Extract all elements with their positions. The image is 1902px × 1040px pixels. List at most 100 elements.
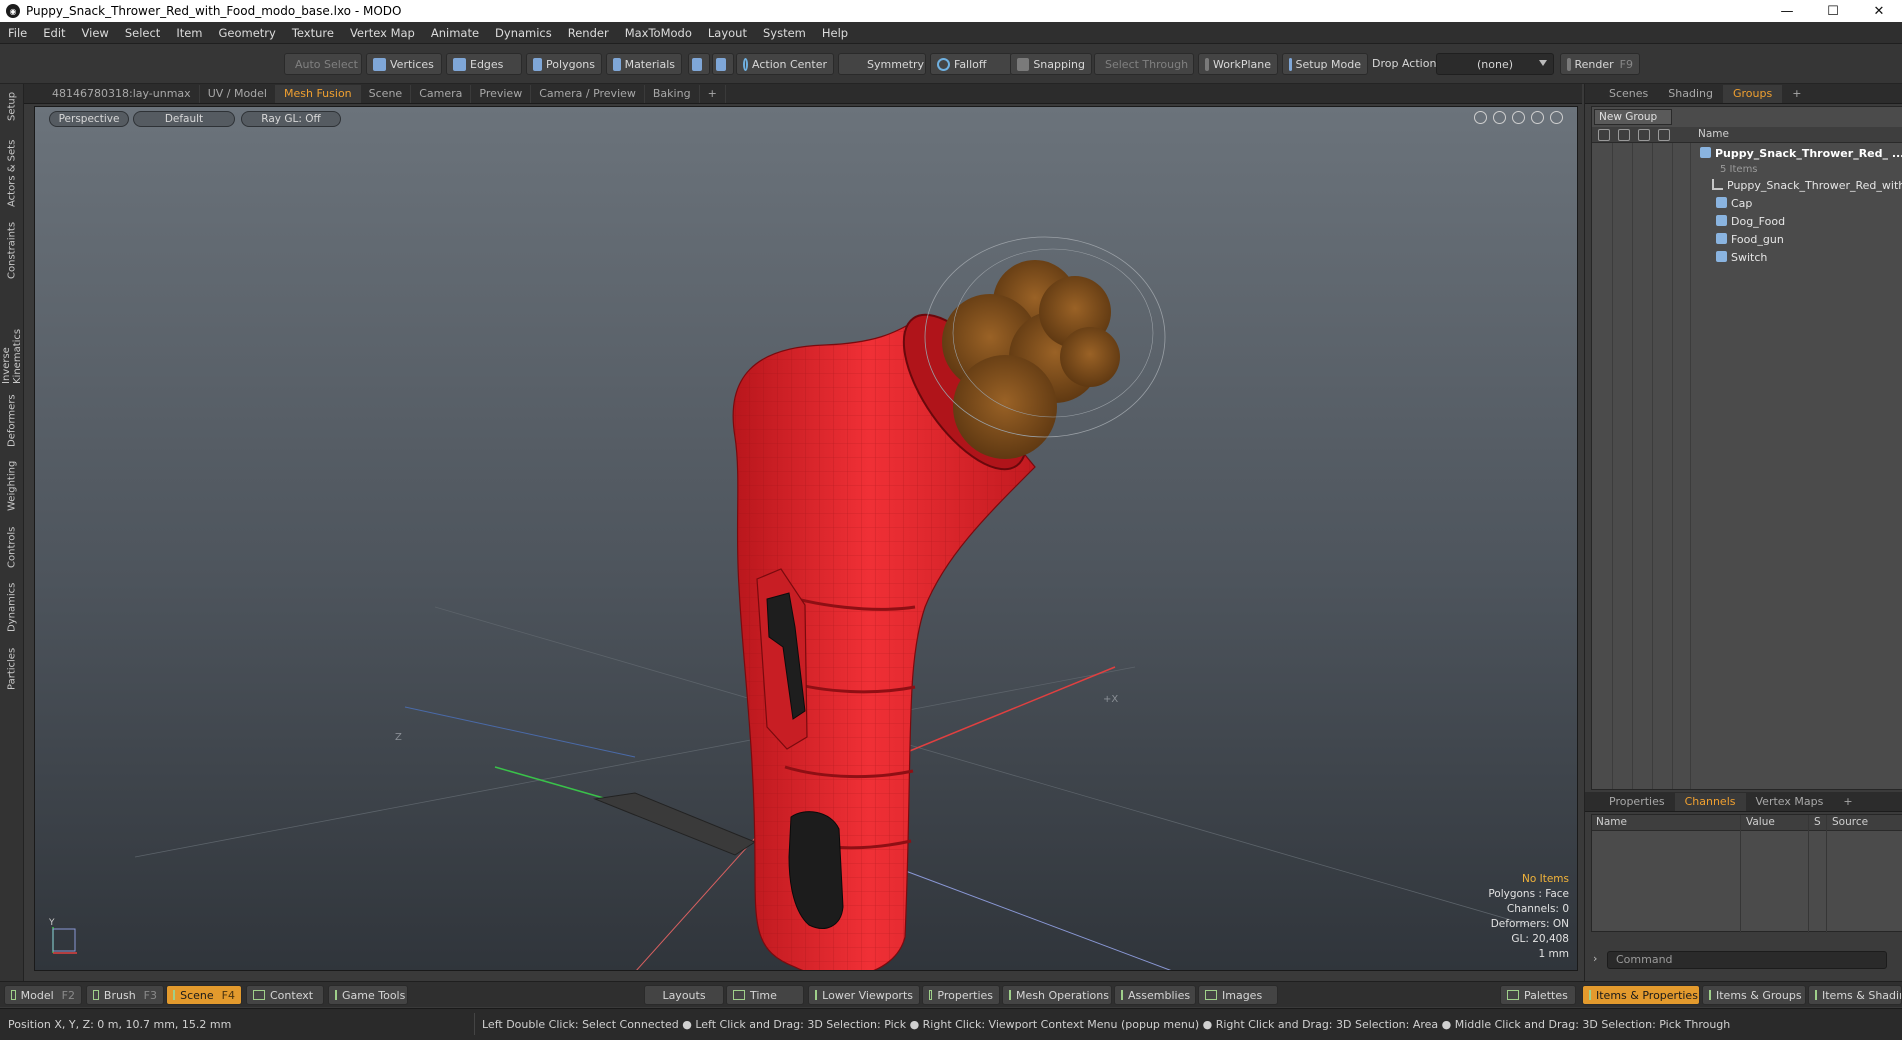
info-channels: Channels: 0	[1506, 903, 1569, 915]
add-bottom-tab-button[interactable]: +	[1833, 793, 1862, 811]
tab-setup[interactable]: Setup	[3, 88, 21, 124]
new-group-button[interactable]: New Group	[1594, 109, 1672, 125]
items-properties-button[interactable]: Items & Properties	[1582, 985, 1700, 1005]
brush-layout-button[interactable]: Brush F3	[86, 985, 164, 1005]
setup-mode-button[interactable]: Setup Mode	[1282, 53, 1368, 75]
tab-weighting[interactable]: Weighting	[3, 458, 21, 514]
tab-baking[interactable]: Baking	[645, 84, 700, 103]
tab-dynamics[interactable]: Dynamics	[3, 580, 21, 634]
add-right-tab-button[interactable]: +	[1782, 85, 1811, 103]
menu-select[interactable]: Select	[117, 26, 168, 40]
tab-constraints[interactable]: Constraints	[3, 220, 21, 280]
tab-preview[interactable]: Preview	[471, 84, 532, 103]
channels-value-column: Value	[1746, 816, 1775, 828]
tab-groups[interactable]: Groups	[1722, 84, 1783, 103]
tab-uv-model[interactable]: UV / Model	[200, 84, 276, 103]
vertices-button[interactable]: Vertices	[366, 53, 442, 75]
snapping-button[interactable]: Snapping	[1010, 53, 1092, 75]
assemblies-button[interactable]: Assemblies	[1114, 985, 1196, 1005]
tab-controls[interactable]: Controls	[3, 524, 21, 570]
tree-item-food-gun[interactable]: Food_gun	[1592, 231, 1902, 249]
tab-properties[interactable]: Properties	[1599, 793, 1675, 811]
items-groups-button[interactable]: Items & Groups	[1702, 985, 1806, 1005]
menu-render[interactable]: Render	[560, 26, 617, 40]
mesh-operations-button[interactable]: Mesh Operations	[1002, 985, 1112, 1005]
edges-button[interactable]: Edges	[446, 53, 522, 75]
render-toggle-icon[interactable]	[1618, 129, 1630, 141]
3d-viewport[interactable]: Perspective Default Ray GL: Off Z +X Y N…	[34, 106, 1578, 971]
vertices-icon	[373, 57, 386, 71]
window-title: Puppy_Snack_Thrower_Red_with_Food_modo_b…	[26, 4, 402, 18]
properties-button[interactable]: Properties	[922, 985, 1000, 1005]
menu-item[interactable]: Item	[168, 26, 210, 40]
eye-icon[interactable]	[1598, 129, 1610, 141]
tree-item-switch[interactable]: Switch	[1592, 249, 1902, 267]
game-tools-button[interactable]: Game Tools	[328, 985, 408, 1005]
palettes-button[interactable]: Palettes	[1500, 985, 1576, 1005]
time-button[interactable]: Time	[726, 985, 804, 1005]
modo-app-icon: ◉	[6, 4, 20, 18]
falloff-button[interactable]: Falloff	[930, 53, 1012, 75]
tab-channels[interactable]: Channels	[1674, 792, 1746, 811]
render-button[interactable]: Render F9	[1560, 53, 1640, 75]
close-button[interactable]: ✕	[1856, 0, 1902, 22]
menu-view[interactable]: View	[74, 26, 117, 40]
select-mode-a-button[interactable]	[688, 53, 710, 75]
scene-layout-button[interactable]: Scene F4	[166, 985, 242, 1005]
model-layout-button[interactable]: Model F2	[4, 985, 82, 1005]
tab-vertex-maps[interactable]: Vertex Maps	[1746, 793, 1834, 811]
tree-item-cap[interactable]: Cap	[1592, 195, 1902, 213]
command-input[interactable]: Command	[1607, 951, 1887, 969]
select-mode-b-button[interactable]	[712, 53, 734, 75]
lower-viewports-button[interactable]: Lower Viewports	[808, 985, 920, 1005]
tab-lay-unmax[interactable]: 48146780318:lay-unmax	[44, 84, 200, 103]
items-shading-button[interactable]: Items & Shadin	[1808, 985, 1902, 1005]
viewports-icon	[815, 990, 818, 1000]
tab-particles[interactable]: Particles	[3, 644, 21, 694]
menu-edit[interactable]: Edit	[35, 26, 73, 40]
context-button[interactable]: Context	[246, 985, 324, 1005]
right-top-tabs: Scenes Shading Groups +	[1585, 84, 1902, 104]
drop-action-select[interactable]: (none)	[1436, 53, 1554, 75]
group-root-row[interactable]: Puppy_Snack_Thrower_Red_ ...	[1592, 145, 1902, 163]
tree-item-locator[interactable]: Puppy_Snack_Thrower_Red_with...	[1592, 177, 1902, 195]
layouts-button[interactable]: Layouts	[644, 985, 724, 1005]
menu-system[interactable]: System	[755, 26, 814, 40]
viewport-info-overlay: No Items Polygons : Face Channels: 0 Def…	[1488, 872, 1569, 962]
menu-file[interactable]: File	[0, 26, 35, 40]
symmetry-button[interactable]: Symmetry	[838, 53, 926, 75]
images-icon	[1205, 990, 1217, 1000]
select-through-button[interactable]: Select Through	[1094, 53, 1194, 75]
menu-geometry[interactable]: Geometry	[211, 26, 284, 40]
tab-camera[interactable]: Camera	[411, 84, 472, 103]
tab-actors-sets[interactable]: Actors & Sets	[3, 138, 21, 208]
maximize-button[interactable]: ☐	[1810, 0, 1856, 22]
menu-layout[interactable]: Layout	[700, 26, 755, 40]
layout-icon	[93, 990, 99, 1000]
menu-animate[interactable]: Animate	[423, 26, 487, 40]
select-mode-b-icon	[716, 57, 726, 71]
tab-inverse-kinematics[interactable]: Inverse Kinematics	[1, 290, 23, 384]
tab-scenes[interactable]: Scenes	[1599, 85, 1658, 103]
tree-item-dog-food[interactable]: Dog_Food	[1592, 213, 1902, 231]
add-tab-button[interactable]: +	[700, 84, 726, 103]
menu-texture[interactable]: Texture	[284, 26, 342, 40]
tab-mesh-fusion[interactable]: Mesh Fusion	[276, 84, 361, 103]
menu-maxtomodo[interactable]: MaxToModo	[617, 26, 700, 40]
tab-deformers[interactable]: Deformers	[3, 394, 21, 448]
tab-scene[interactable]: Scene	[361, 84, 412, 103]
lock-icon[interactable]	[1638, 129, 1650, 141]
auto-select-button[interactable]: Auto Select	[284, 53, 362, 75]
menu-help[interactable]: Help	[814, 26, 856, 40]
polygons-button[interactable]: Polygons	[526, 53, 602, 75]
select-toggle-icon[interactable]	[1658, 129, 1670, 141]
workplane-button[interactable]: WorkPlane	[1198, 53, 1278, 75]
action-center-button[interactable]: Action Center	[736, 53, 834, 75]
menu-vertex-map[interactable]: Vertex Map	[342, 26, 423, 40]
menu-dynamics[interactable]: Dynamics	[487, 26, 560, 40]
tab-shading[interactable]: Shading	[1658, 85, 1723, 103]
tab-camera-preview[interactable]: Camera / Preview	[531, 84, 645, 103]
materials-button[interactable]: Materials	[606, 53, 682, 75]
minimize-button[interactable]: —	[1764, 0, 1810, 22]
images-button[interactable]: Images	[1198, 985, 1278, 1005]
